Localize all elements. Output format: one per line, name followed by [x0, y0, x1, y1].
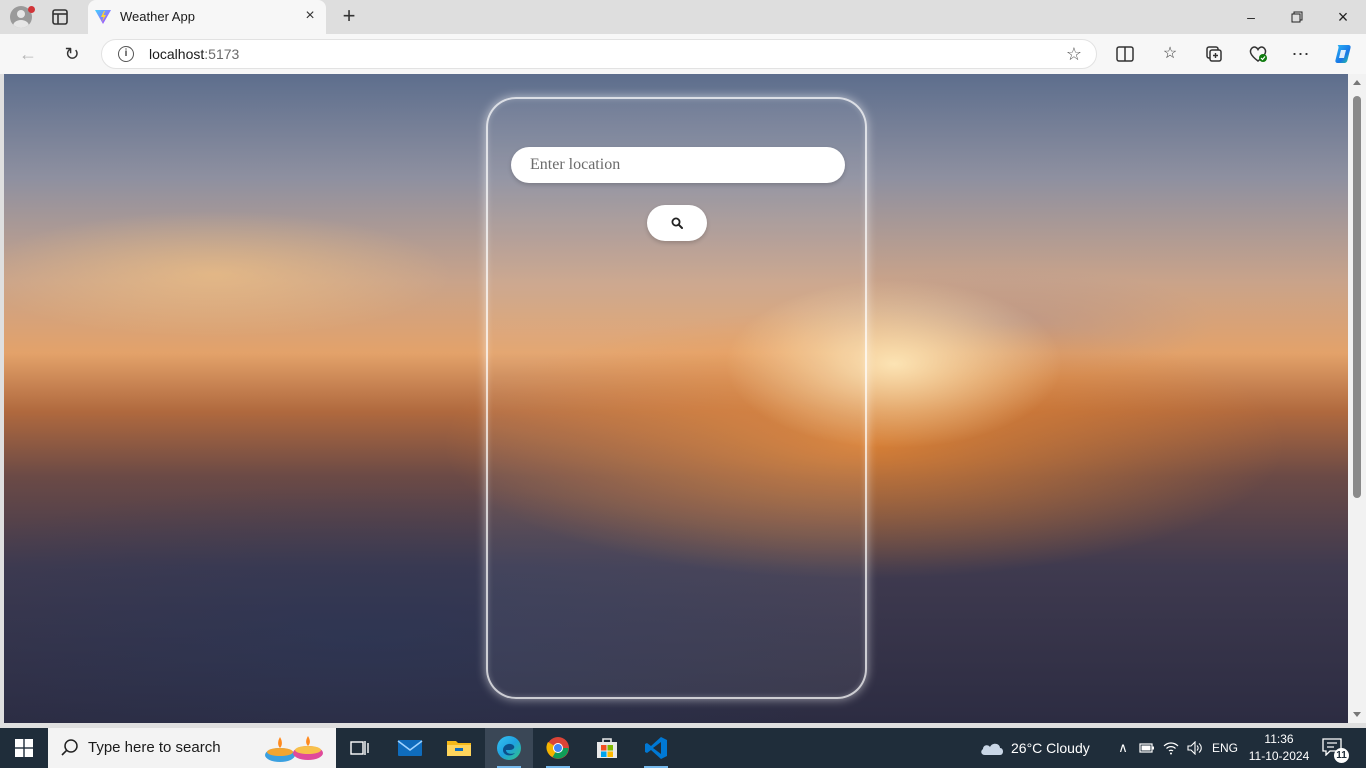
site-info-icon[interactable]: i [118, 46, 134, 62]
tab-actions-icon[interactable] [50, 8, 70, 26]
taskbar-search-box[interactable]: Type here to search [48, 728, 336, 768]
profile-notification-dot [28, 6, 35, 13]
favorite-star-icon[interactable]: ☆ [1066, 44, 1082, 65]
cloud-icon [981, 743, 1003, 755]
url-host: localhost [149, 46, 205, 62]
address-bar[interactable]: i localhost:5173 ☆ [101, 39, 1097, 69]
more-options-icon[interactable]: ⋯ [1290, 43, 1312, 65]
back-arrow-icon[interactable]: ← [17, 43, 39, 65]
taskbar-clock[interactable]: 11:36 11-10-2024 [1244, 731, 1314, 765]
collections-icon[interactable] [1203, 43, 1225, 65]
weather-temperature-text: 26°C Cloudy [1011, 740, 1090, 756]
new-tab-icon[interactable]: + [338, 5, 360, 28]
windows-logo-icon [15, 739, 33, 757]
chrome-browser-icon[interactable] [534, 728, 582, 768]
battery-icon[interactable] [1138, 739, 1156, 757]
tab-title: Weather App [120, 9, 195, 24]
page-scrollbar[interactable] [1348, 74, 1366, 723]
taskbar-search-placeholder: Type here to search [88, 739, 221, 756]
notification-count-badge: 11 [1334, 748, 1349, 763]
copilot-icon[interactable] [1332, 43, 1354, 65]
url-port: :5173 [204, 46, 240, 62]
scroll-thumb[interactable] [1353, 96, 1361, 498]
favorites-icon[interactable]: ☆ [1159, 43, 1181, 65]
mail-app-icon[interactable] [386, 728, 434, 768]
browser-tab-bar: Weather App × + – × [0, 0, 1366, 34]
input-language-indicator[interactable]: ENG [1212, 741, 1238, 755]
refresh-icon[interactable]: ↻ [61, 43, 83, 65]
show-hidden-icons-chevron-icon[interactable]: ∧ [1114, 739, 1132, 757]
scroll-down-arrow-icon[interactable] [1353, 712, 1361, 717]
windows-taskbar: Type here to search 26°C Cloudy ∧ ENG 11… [0, 728, 1366, 768]
search-button[interactable] [647, 205, 707, 241]
split-screen-icon[interactable] [1114, 43, 1136, 65]
network-wifi-icon[interactable] [1162, 739, 1180, 757]
restore-icon[interactable] [1274, 0, 1320, 34]
clock-time: 11:36 [1264, 732, 1294, 746]
close-window-icon[interactable]: × [1320, 0, 1366, 34]
tab-weather-app[interactable]: Weather App × [88, 0, 326, 34]
task-view-icon[interactable] [336, 728, 384, 768]
start-button[interactable] [0, 728, 48, 768]
microsoft-store-icon[interactable] [583, 728, 631, 768]
search-icon [61, 739, 78, 756]
taskbar-weather-widget[interactable]: 26°C Cloudy [976, 728, 1096, 768]
notification-center-icon[interactable]: 11 [1322, 738, 1349, 763]
location-search-input[interactable] [511, 147, 845, 183]
page-background [4, 74, 1348, 723]
scroll-up-arrow-icon[interactable] [1353, 80, 1361, 85]
vite-favicon-icon [94, 9, 112, 25]
tab-close-icon[interactable]: × [302, 8, 318, 24]
minimize-icon[interactable]: – [1228, 0, 1274, 34]
edge-browser-icon[interactable] [485, 728, 533, 768]
search-icon [671, 217, 683, 229]
weather-card [486, 97, 867, 699]
volume-icon[interactable] [1186, 739, 1204, 757]
browser-toolbar: ← ↻ i localhost:5173 ☆ ☆ ⋯ [0, 34, 1366, 74]
clock-date: 11-10-2024 [1248, 749, 1310, 763]
file-explorer-icon[interactable] [435, 728, 483, 768]
diwali-diya-icon [265, 736, 323, 762]
url-text: localhost:5173 [149, 46, 239, 62]
browser-essentials-icon[interactable] [1247, 43, 1269, 65]
vscode-icon[interactable] [632, 728, 680, 768]
